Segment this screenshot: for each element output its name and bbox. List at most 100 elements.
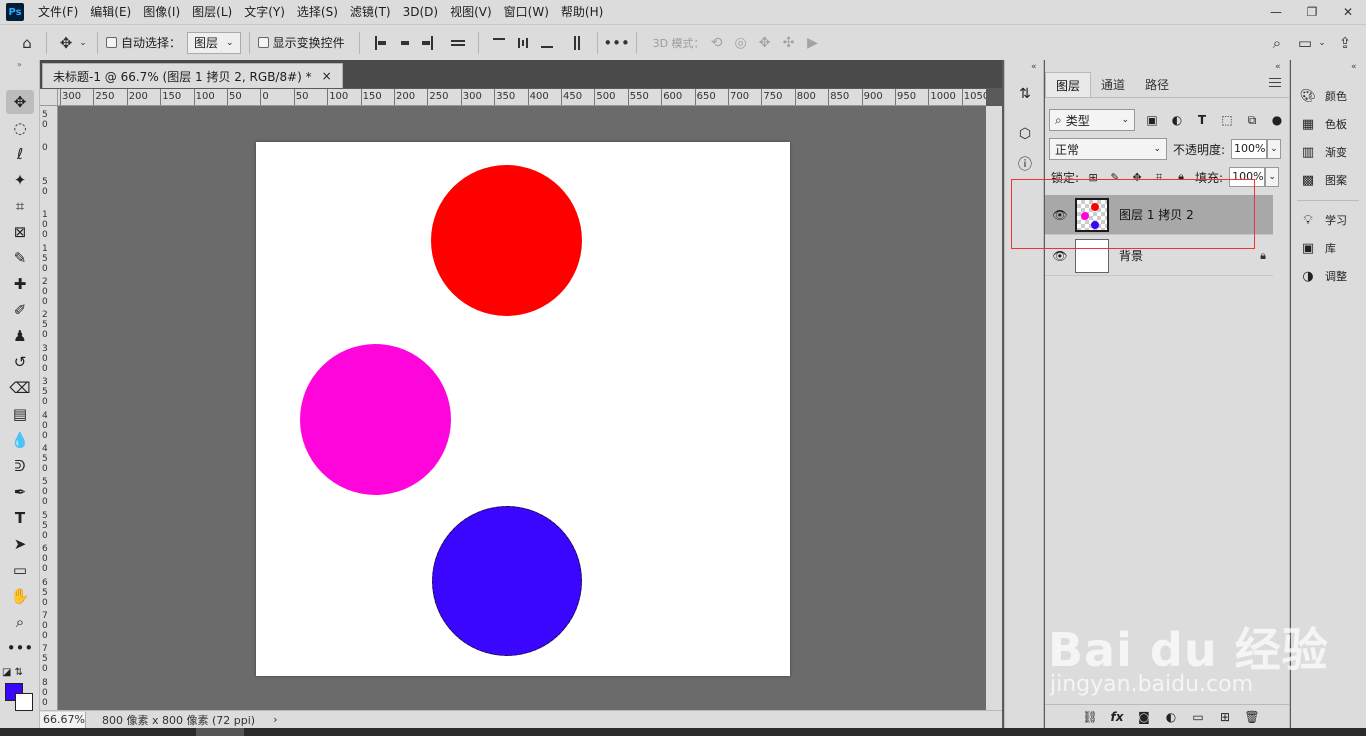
pen-tool-icon[interactable]: ✒ <box>6 480 34 504</box>
auto-select-target-dropdown[interactable]: 图层 ⌄ <box>187 31 241 54</box>
restore-button[interactable]: ❐ <box>1297 2 1327 22</box>
gradient-tool-icon[interactable]: ▤ <box>6 402 34 426</box>
menu-3d[interactable]: 3D(D) <box>397 0 444 24</box>
layer-row[interactable]: 👁︎ 背景 🔒︎ <box>1045 236 1273 276</box>
show-transform-checkbox[interactable] <box>257 37 269 48</box>
type-tool-icon[interactable]: T <box>6 506 34 530</box>
crop-tool-icon[interactable]: ⌗ <box>6 194 34 218</box>
align-bottom-icon[interactable] <box>535 32 559 54</box>
layer-mask-icon[interactable]: ◙ <box>1136 710 1152 724</box>
3d-camera-icon[interactable]: ▶ <box>801 35 825 51</box>
edit-toolbar-icon[interactable]: ••• <box>6 636 34 660</box>
lock-transparent-pixels-icon[interactable]: ⊞ <box>1085 171 1101 184</box>
status-menu-arrow[interactable]: › <box>273 713 277 726</box>
menu-filter[interactable]: 滤镜(T) <box>344 0 397 24</box>
filter-toggle-icon[interactable]: ● <box>1269 113 1285 127</box>
delete-layer-icon[interactable]: 🗑︎ <box>1244 710 1260 724</box>
collapse-arrows-icon[interactable]: « <box>1275 62 1281 72</box>
menu-file[interactable]: 文件(F) <box>32 0 84 24</box>
align-horizontal-center-icon[interactable] <box>392 32 416 54</box>
filter-kind-dropdown[interactable]: ⌕ 类型 ⌄ <box>1049 109 1135 131</box>
info-icon[interactable]: ⓘ <box>1013 152 1037 176</box>
eye-icon[interactable]: 👁︎ <box>1045 208 1075 222</box>
fill-input[interactable]: 100% <box>1229 167 1266 187</box>
filter-pixel-icon[interactable]: ▣ <box>1144 113 1160 127</box>
3d-drag-icon[interactable]: ✥ <box>753 35 777 51</box>
collapse-arrows-icon[interactable]: » <box>0 60 39 70</box>
menu-edit[interactable]: 编辑(E) <box>84 0 137 24</box>
dock-item-adjustments[interactable]: ◑ 调整 <box>1299 264 1347 288</box>
zoom-tool-icon[interactable]: ⌕ <box>6 610 34 634</box>
share-icon[interactable]: ⇪ <box>1334 32 1356 54</box>
filter-shape-icon[interactable]: ⬚ <box>1219 113 1235 127</box>
vertical-scrollbar[interactable] <box>986 106 1002 710</box>
3d-roll-icon[interactable]: ◎ <box>729 35 753 51</box>
marquee-tool-icon[interactable]: ◌ <box>6 116 34 140</box>
frame-tool-icon[interactable]: ⊠ <box>6 220 34 244</box>
3d-panel-icon[interactable]: ⬡ <box>1013 122 1037 146</box>
panel-menu-icon[interactable] <box>1269 78 1281 90</box>
menu-image[interactable]: 图像(I) <box>137 0 186 24</box>
collapse-arrows-icon[interactable]: « <box>1031 62 1037 72</box>
search-icon[interactable]: ⌕ <box>1266 32 1288 54</box>
move-tool-icon[interactable]: ✥ <box>55 32 77 54</box>
minimize-button[interactable]: — <box>1261 2 1291 22</box>
layer-name[interactable]: 背景 <box>1119 247 1253 264</box>
menu-select[interactable]: 选择(S) <box>291 0 344 24</box>
link-layers-icon[interactable]: ⛓ <box>1082 710 1098 724</box>
menu-help[interactable]: 帮助(H) <box>555 0 609 24</box>
dock-item-color[interactable]: 🎨︎ 颜色 <box>1299 84 1347 108</box>
filter-type-icon[interactable]: T <box>1194 113 1210 127</box>
dodge-tool-icon[interactable]: ᕲ <box>6 454 34 478</box>
blur-tool-icon[interactable]: 💧 <box>6 428 34 452</box>
document-canvas[interactable] <box>256 142 790 676</box>
new-group-icon[interactable]: ▭ <box>1190 710 1206 724</box>
align-left-icon[interactable] <box>368 32 392 54</box>
3d-rotate-icon[interactable]: ⟲ <box>705 35 729 51</box>
lock-image-pixels-icon[interactable]: ✎ <box>1107 171 1123 184</box>
horizontal-scrollbar-thumb[interactable] <box>196 728 244 736</box>
ruler-origin[interactable] <box>40 89 58 106</box>
lasso-tool-icon[interactable]: ℓ <box>6 142 34 166</box>
blend-mode-dropdown[interactable]: 正常 ⌄ <box>1049 138 1167 160</box>
filter-adjustment-icon[interactable]: ◐ <box>1169 113 1185 127</box>
tab-channels[interactable]: 通道 <box>1091 72 1135 97</box>
dock-item-swatches[interactable]: ▦ 色板 <box>1299 112 1347 136</box>
chevron-down-icon[interactable]: ⌄ <box>1267 139 1282 159</box>
distribute-vertical-icon[interactable] <box>446 32 470 54</box>
workspace-icon[interactable]: ▭ <box>1294 32 1316 54</box>
dock-item-gradients[interactable]: ▥ 渐变 <box>1299 140 1347 164</box>
chevron-down-icon[interactable]: ⌄ <box>1265 167 1280 187</box>
rectangle-tool-icon[interactable]: ▭ <box>6 558 34 582</box>
history-brush-tool-icon[interactable]: ↺ <box>6 350 34 374</box>
opacity-input[interactable]: 100% <box>1231 139 1268 159</box>
dock-item-learn[interactable]: 💡︎ 学习 <box>1299 208 1347 232</box>
lock-artboard-icon[interactable]: ⌗ <box>1151 170 1167 184</box>
menu-window[interactable]: 窗口(W) <box>498 0 555 24</box>
tab-paths[interactable]: 路径 <box>1135 72 1179 97</box>
lock-position-icon[interactable]: ✥ <box>1129 171 1145 184</box>
filter-smart-object-icon[interactable]: ⧉ <box>1244 113 1260 128</box>
chevron-down-icon[interactable]: ⌄ <box>1316 32 1328 54</box>
swap-colors-icon[interactable]: ◪ ⇅ <box>2 660 38 684</box>
new-layer-icon[interactable]: ⊞ <box>1217 710 1233 724</box>
eraser-tool-icon[interactable]: ⌫ <box>6 376 34 400</box>
collapse-arrows-icon[interactable]: « <box>1351 62 1357 72</box>
move-tool-icon[interactable]: ✥ <box>6 90 34 114</box>
align-top-icon[interactable] <box>487 32 511 54</box>
hand-tool-icon[interactable]: ✋ <box>6 584 34 608</box>
dock-item-libraries[interactable]: ▣ 库 <box>1299 236 1336 260</box>
zoom-level-field[interactable]: 66.67% <box>40 711 86 728</box>
align-vertical-center-icon[interactable] <box>511 32 535 54</box>
background-color-swatch[interactable] <box>15 693 33 711</box>
lock-all-icon[interactable]: 🔒︎ <box>1173 170 1189 184</box>
align-right-icon[interactable] <box>416 32 440 54</box>
healing-brush-tool-icon[interactable]: ✚ <box>6 272 34 296</box>
more-options-icon[interactable]: ••• <box>603 32 630 54</box>
close-icon[interactable]: × <box>322 69 332 83</box>
layer-row[interactable]: 👁︎ 图层 1 拷贝 2 <box>1045 195 1273 235</box>
canvas-workspace[interactable] <box>58 106 986 710</box>
adjustment-layer-icon[interactable]: ◐ <box>1163 710 1179 724</box>
clone-stamp-tool-icon[interactable]: ♟ <box>6 324 34 348</box>
layer-style-icon[interactable]: fx <box>1109 710 1125 724</box>
